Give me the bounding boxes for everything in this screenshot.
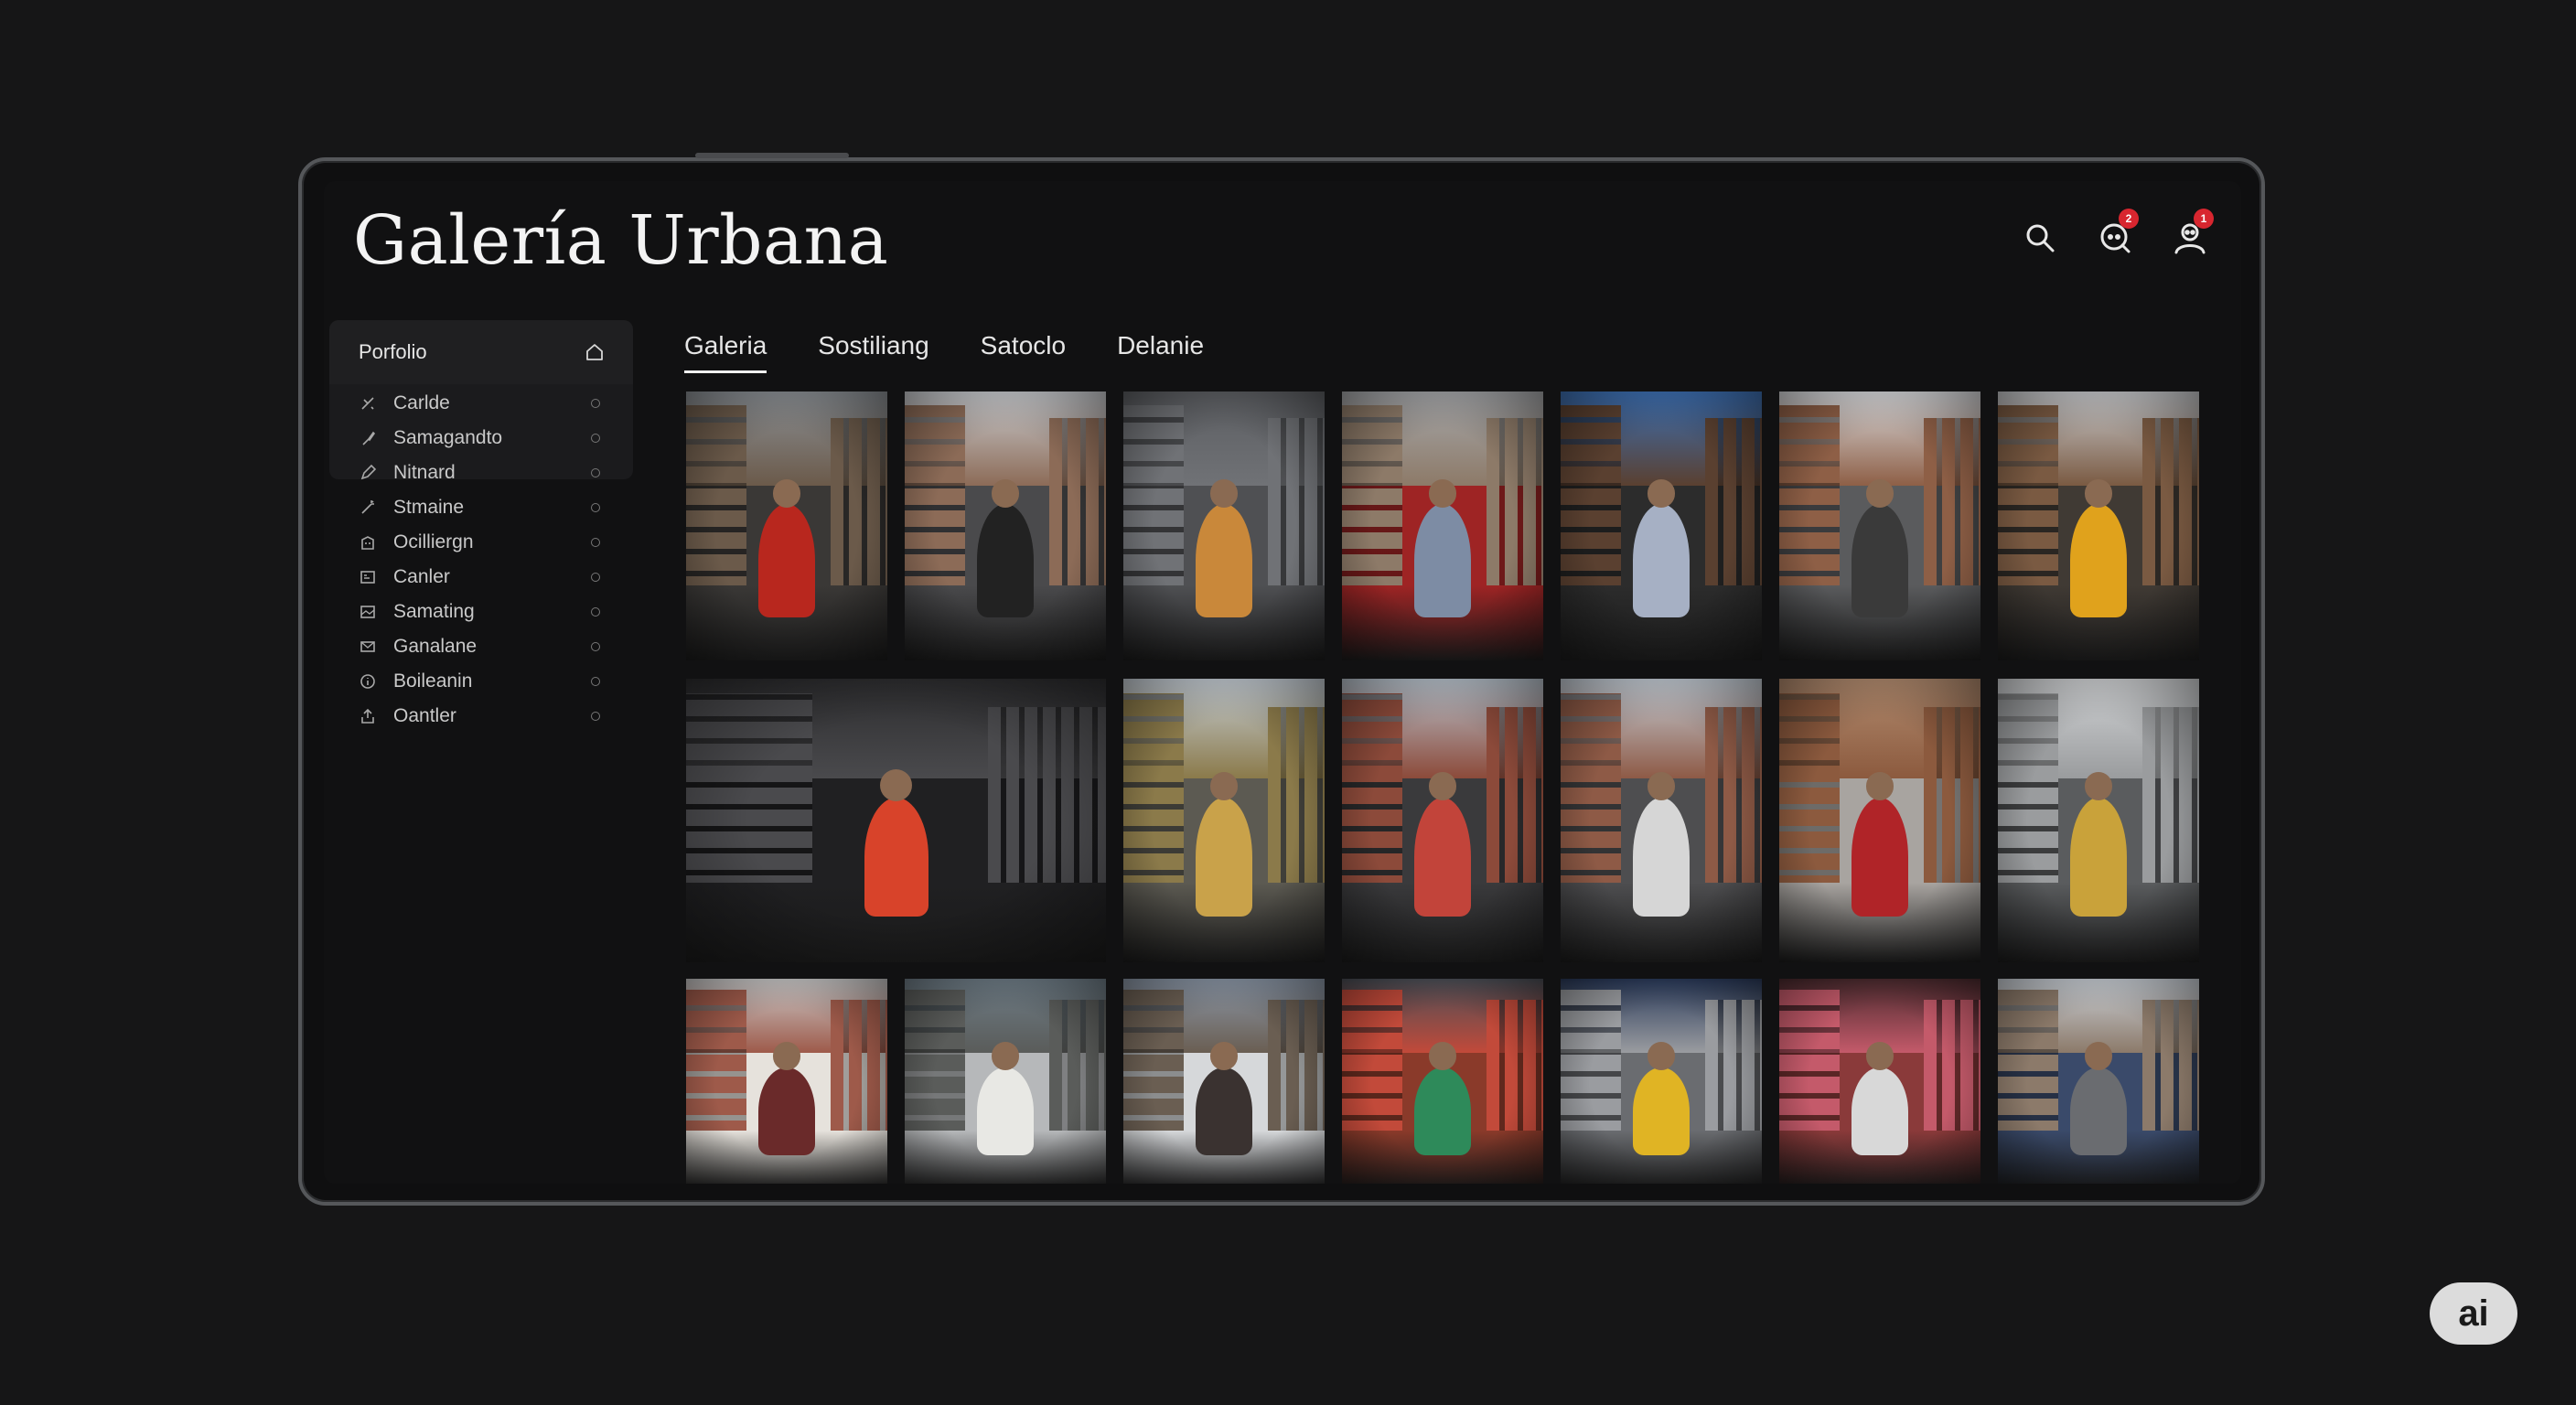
photo-woman-red-jacket[interactable] <box>1779 679 1980 962</box>
sidebar-item-ocilliergn[interactable]: Ocilliergn <box>329 525 633 560</box>
photo-man-with-camera-street[interactable] <box>1998 979 2199 1184</box>
photo-person-with-camera-garage-door[interactable] <box>1123 391 1325 660</box>
app-window: Galería Urbana 2 1 Porfolio Carlde Samag… <box>324 181 2241 1184</box>
wand-icon <box>359 499 377 517</box>
photo-person-at-red-wall[interactable] <box>1342 391 1543 660</box>
photo-motorcycle-on-road[interactable] <box>1998 679 2199 962</box>
tab-sostiliang[interactable]: Sostiliang <box>818 331 928 373</box>
photo-woman-with-camera[interactable] <box>1123 979 1325 1184</box>
app-title: Galería Urbana <box>353 201 889 280</box>
status-dot-icon <box>591 538 600 547</box>
sidebar-item-label: Carlde <box>393 392 450 413</box>
tab-delanie[interactable]: Delanie <box>1117 331 1204 373</box>
info-icon <box>359 672 377 691</box>
status-dot-icon <box>591 712 600 721</box>
sidebar-item-nitnard[interactable]: Nitnard <box>329 456 633 490</box>
sidebar-item-label: Nitnard <box>393 462 456 483</box>
sidebar-item-samagandto[interactable]: Samagandto <box>329 421 633 456</box>
share-icon <box>359 707 377 725</box>
sidebar-item-boileanin[interactable]: Boileanin <box>329 664 633 699</box>
image-icon <box>359 603 377 621</box>
sidebar-item-label: Ocilliergn <box>393 531 474 552</box>
search-button[interactable] <box>2016 214 2064 262</box>
sidebar-title: Porfolio <box>359 340 427 363</box>
home-icon <box>586 344 603 360</box>
sidebar-item-carlde[interactable]: Carlde <box>329 386 633 421</box>
status-dot-icon <box>591 434 600 443</box>
status-dot-icon <box>591 642 600 651</box>
photo-street-with-pedestrians[interactable] <box>905 391 1106 660</box>
status-dot-icon <box>591 573 600 582</box>
messages-badge: 2 <box>2119 209 2139 229</box>
sidebar-list: Carlde Samagandto Nitnard Stmaine Ocilliergn… <box>329 384 633 734</box>
sidebar-item-canler[interactable]: Canler <box>329 560 633 595</box>
pen-icon <box>359 464 377 482</box>
photo-man-in-red-jacket-sitting[interactable] <box>686 391 887 660</box>
header-actions: 2 1 <box>2016 209 2214 262</box>
sidebar-item-label: Canler <box>393 566 450 587</box>
status-dot-icon <box>591 399 600 408</box>
sidebar-item-ganalane[interactable]: Ganalane <box>329 629 633 664</box>
photo-grid <box>686 391 2201 1184</box>
photo-woman-white-top-street[interactable] <box>1561 679 1762 962</box>
profile-button[interactable]: 1 <box>2166 209 2214 262</box>
photo-taxi-street[interactable] <box>1998 391 2199 660</box>
status-dot-icon <box>591 503 600 512</box>
tab-satoclo[interactable]: Satoclo <box>981 331 1066 373</box>
photo-person-city-alley[interactable] <box>1561 391 1762 660</box>
building-icon <box>359 533 377 552</box>
photo-mural-person[interactable] <box>1779 979 1980 1184</box>
photo-tree-lined-street[interactable] <box>1123 679 1325 962</box>
sidebar-item-samating[interactable]: Samating <box>329 595 633 629</box>
ai-watermark: ai <box>2430 1282 2517 1345</box>
tab-bar: Galeria Sostiliang Satoclo Delanie <box>684 331 1204 373</box>
sidebar-item-stmaine[interactable]: Stmaine <box>329 490 633 525</box>
sidebar-item-label: Samagandto <box>393 427 503 448</box>
photo-photographer-crouching-orange-jacket[interactable] <box>686 679 1106 962</box>
tab-galeria[interactable]: Galeria <box>684 331 767 373</box>
brush-icon <box>359 429 377 447</box>
status-dot-icon <box>591 468 600 477</box>
sidebar-item-label: Samating <box>393 601 475 622</box>
messages-button[interactable]: 2 <box>2091 209 2139 262</box>
sidebar-item-label: Boileanin <box>393 670 473 692</box>
sidebar-item-label: Ganalane <box>393 636 478 657</box>
device-button <box>695 153 849 158</box>
photo-busy-street-scooter[interactable] <box>1779 391 1980 660</box>
photo-storefront-graffiti[interactable] <box>686 979 887 1184</box>
photo-woman-yellow-jacket[interactable] <box>1561 979 1762 1184</box>
sidebar-item-oantler[interactable]: Oantler <box>329 699 633 734</box>
profile-badge: 1 <box>2194 209 2214 229</box>
photo-white-car-city[interactable] <box>905 979 1106 1184</box>
status-dot-icon <box>591 607 600 617</box>
search-icon <box>2026 224 2055 252</box>
photo-red-buildings-street[interactable] <box>1342 679 1543 962</box>
mail-icon <box>359 638 377 656</box>
photo-red-graffiti-wall[interactable] <box>1342 979 1543 1184</box>
frame-icon <box>359 568 377 586</box>
sidebar-item-label: Stmaine <box>393 497 465 518</box>
sidebar-item-label: Oantler <box>393 705 456 726</box>
status-dot-icon <box>591 677 600 686</box>
sidebar-header[interactable]: Porfolio <box>329 320 633 384</box>
sidebar: Porfolio Carlde Samagandto Nitnard Stmaine O… <box>329 320 633 734</box>
tools-icon <box>359 394 377 413</box>
